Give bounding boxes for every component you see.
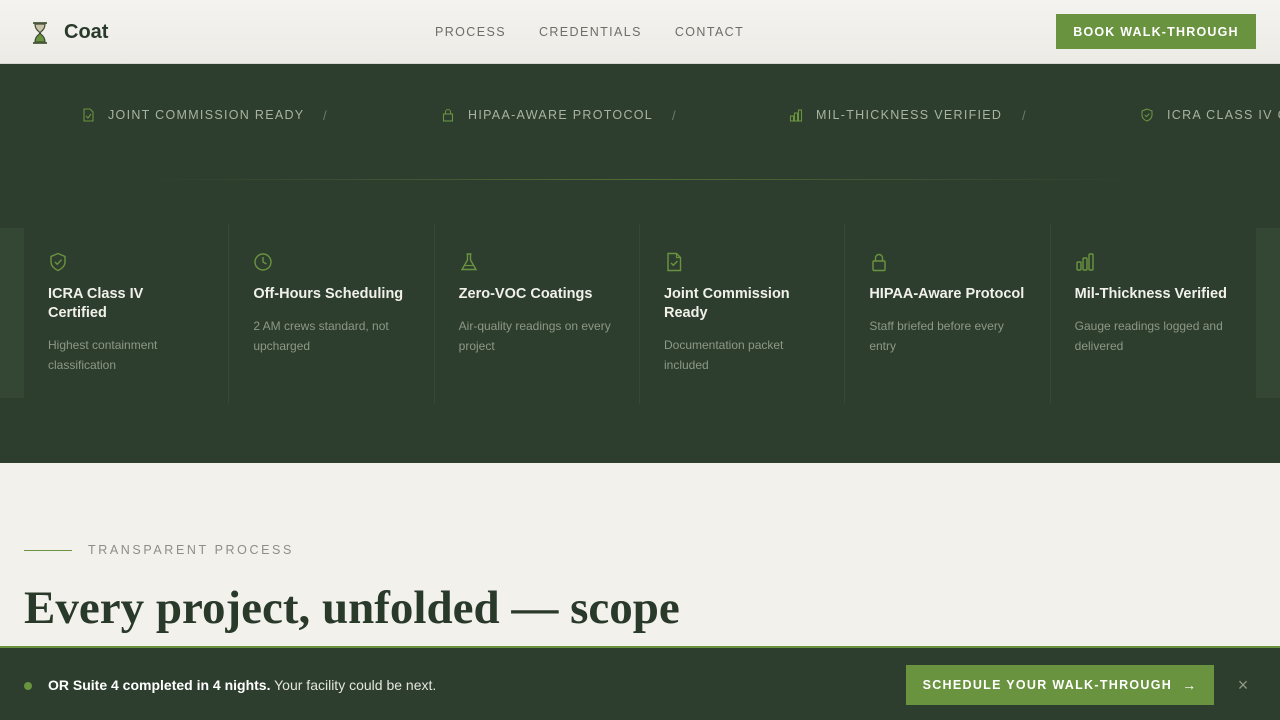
close-icon[interactable]: × xyxy=(1233,675,1253,695)
feature-card: ICRA Class IV Certified Highest containm… xyxy=(24,224,230,404)
eyebrow-label: TRANSPARENT PROCESS xyxy=(88,543,294,557)
feature-description: Air-quality readings on every project xyxy=(458,319,611,353)
nav-link-credentials[interactable]: CREDENTIALS xyxy=(539,25,642,39)
feature-card: Off-Hours Scheduling 2 AM crews standard… xyxy=(229,224,435,404)
feature-description: Highest containment classification xyxy=(48,338,158,372)
feature-description: 2 AM crews standard, not upcharged xyxy=(253,319,389,353)
feature-description: Staff briefed before every entry xyxy=(869,319,1004,353)
nav-link-process[interactable]: PROCESS xyxy=(435,25,506,39)
feature-title: Zero-VOC Coatings xyxy=(458,286,593,302)
hourglass-logo-icon xyxy=(33,21,47,44)
sticky-message: OR Suite 4 completed in 4 nights. Your f… xyxy=(48,677,436,693)
arrow-right-icon: → xyxy=(1182,677,1198,693)
feature-card: Mil-Thickness Verified Gauge readings lo… xyxy=(1051,224,1256,404)
eyebrow-rule xyxy=(24,549,72,551)
clock-icon xyxy=(254,253,273,271)
flask-icon xyxy=(460,253,477,271)
ticker-label: MIL-THICKNESS VERIFIED xyxy=(816,108,1003,122)
sticky-message-rest: Your facility could be next. xyxy=(270,677,437,693)
section-divider xyxy=(150,179,1130,180)
ticker-item: ICRA CLASS IV C xyxy=(1140,108,1280,122)
lock-icon xyxy=(442,108,454,122)
feature-description: Gauge readings logged and delivered xyxy=(1074,319,1223,353)
bar-chart-icon xyxy=(789,109,803,122)
feature-card: Joint Commission Ready Documentation pac… xyxy=(640,224,846,404)
brand-name: Coat xyxy=(64,21,109,43)
status-dot xyxy=(24,682,32,690)
feature-card: Zero-VOC Coatings Air-quality readings o… xyxy=(435,224,640,404)
section-eyebrow: TRANSPARENT PROCESS xyxy=(24,543,294,557)
shield-check-icon xyxy=(1141,108,1153,122)
ticker-label: ICRA CLASS IV C xyxy=(1167,108,1280,122)
ticker-separator: / xyxy=(672,108,676,123)
main-nav: PROCESS CREDENTIALS CONTACT xyxy=(435,25,777,39)
feature-grid: ICRA Class IV Certified Highest containm… xyxy=(24,224,1256,404)
ticker-label: JOINT COMMISSION READY xyxy=(108,108,305,122)
feature-title: Off-Hours Scheduling xyxy=(253,286,404,302)
feature-title: Mil-Thickness Verified xyxy=(1074,286,1227,302)
lock-icon xyxy=(872,253,887,272)
document-check-icon xyxy=(667,252,682,272)
schedule-walkthrough-button[interactable]: SCHEDULE YOUR WALK-THROUGH → xyxy=(906,665,1214,705)
ticker-item: JOINT COMMISSION READY xyxy=(81,108,304,122)
nav-link-contact[interactable]: CONTACT xyxy=(675,25,744,39)
ticker-separator: / xyxy=(1022,108,1026,123)
site-header: Coat PROCESS CREDENTIALS CONTACT BOOK WA… xyxy=(0,0,1280,64)
ticker-separator: / xyxy=(323,108,327,123)
sticky-message-highlight: OR Suite 4 completed in 4 nights. xyxy=(48,677,271,693)
feature-title: ICRA Class IV Certified xyxy=(48,286,144,321)
ticker-item: MIL-THICKNESS VERIFIED xyxy=(789,108,1002,122)
schedule-button-label: SCHEDULE YOUR WALK-THROUGH xyxy=(922,678,1173,692)
feature-title: HIPAA-Aware Protocol xyxy=(869,286,1025,302)
credentials-band: JOINT COMMISSION READY / HIPAA-AWARE PRO… xyxy=(0,64,1280,463)
ticker-label: HIPAA-AWARE PROTOCOL xyxy=(468,108,654,122)
book-walkthrough-button[interactable]: BOOK WALK-THROUGH xyxy=(1056,14,1256,49)
ticker-item: HIPAA-AWARE PROTOCOL xyxy=(441,108,653,122)
carousel-edge-right xyxy=(1256,228,1280,398)
credentials-ticker: JOINT COMMISSION READY / HIPAA-AWARE PRO… xyxy=(0,108,1280,132)
sticky-cta-bar: OR Suite 4 completed in 4 nights. Your f… xyxy=(0,646,1280,720)
bar-chart-icon xyxy=(1075,253,1094,271)
shield-check-icon xyxy=(50,252,66,272)
brand-logo[interactable]: Coat xyxy=(30,21,108,44)
feature-description: Documentation packet included xyxy=(663,338,784,372)
feature-card: HIPAA-Aware Protocol Staff briefed befor… xyxy=(845,224,1051,404)
feature-title: Joint Commission Ready xyxy=(663,286,790,321)
document-check-icon xyxy=(83,108,94,122)
carousel-edge-left xyxy=(0,228,24,398)
